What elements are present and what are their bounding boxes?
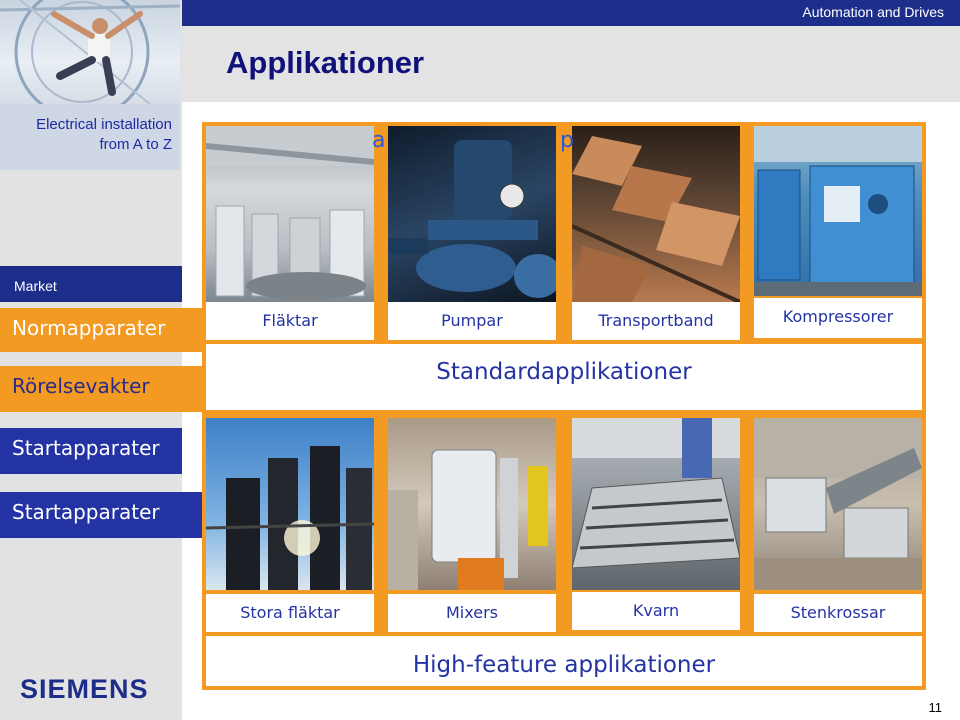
sidebar-gymnast-photo xyxy=(0,0,180,104)
conveyor-photo xyxy=(572,126,740,302)
caption-kvarn: Kvarn xyxy=(572,592,740,630)
sidebar-item-startapparater-2[interactable]: Startapparater xyxy=(0,492,204,538)
caption-stora-flaktar: Stora fläktar xyxy=(206,594,374,632)
sidebar-title-block: Electrical installation from A to Z xyxy=(0,104,180,170)
high-feature-applications-band: High-feature applikationer xyxy=(206,636,922,686)
sidebar-title-line1: Electrical installation xyxy=(36,116,172,133)
caption-kompressorer: Kompressorer xyxy=(754,298,922,338)
sidebar-item-normapparater[interactable]: Normapparater xyxy=(0,308,206,352)
page-title: Applikationer xyxy=(226,45,425,80)
caption-fläktar: Fläktar xyxy=(206,302,374,340)
brand-division-text: Automation and Drives xyxy=(802,4,944,20)
sidebar-item-label: Rörelsevakter xyxy=(12,374,150,398)
caption-stenkrossar: Stenkrossar xyxy=(754,594,922,632)
page-number: 11 xyxy=(902,696,942,720)
sidebar-item-label: Startapparater xyxy=(12,500,160,524)
mixer-photo xyxy=(388,418,556,590)
crusher-photo xyxy=(754,418,922,590)
sidebar-item-label: Startapparater xyxy=(12,436,160,460)
sidebar-title-line2: from A to Z xyxy=(99,136,172,153)
caption-transportband: Transportband xyxy=(572,302,740,340)
ghost-text-a: a xyxy=(372,128,386,153)
market-label: Market xyxy=(14,278,57,294)
sidebar-item-rorelsevakter[interactable]: Rörelsevakter xyxy=(0,366,206,412)
market-section-header: Market xyxy=(0,266,182,302)
towers-photo xyxy=(206,418,374,590)
top-brand-bar: Automation and Drives xyxy=(182,0,960,26)
ghost-text-p: p xyxy=(560,128,574,153)
sidebar-item-startapparater[interactable]: Startapparater xyxy=(0,428,182,474)
siemens-logo: SIEMENS xyxy=(20,674,149,704)
title-bar: Applikationer xyxy=(182,26,960,102)
standard-applications-band: Standardapplikationer xyxy=(206,344,922,410)
sidebar-item-label: Normapparater xyxy=(12,316,166,340)
caption-mixers: Mixers xyxy=(388,594,556,632)
pump-photo xyxy=(388,126,556,302)
mill-photo xyxy=(572,418,740,590)
compressor-photo xyxy=(754,126,922,296)
caption-pumpar: Pumpar xyxy=(388,302,556,340)
ventilation-photo xyxy=(206,126,374,302)
